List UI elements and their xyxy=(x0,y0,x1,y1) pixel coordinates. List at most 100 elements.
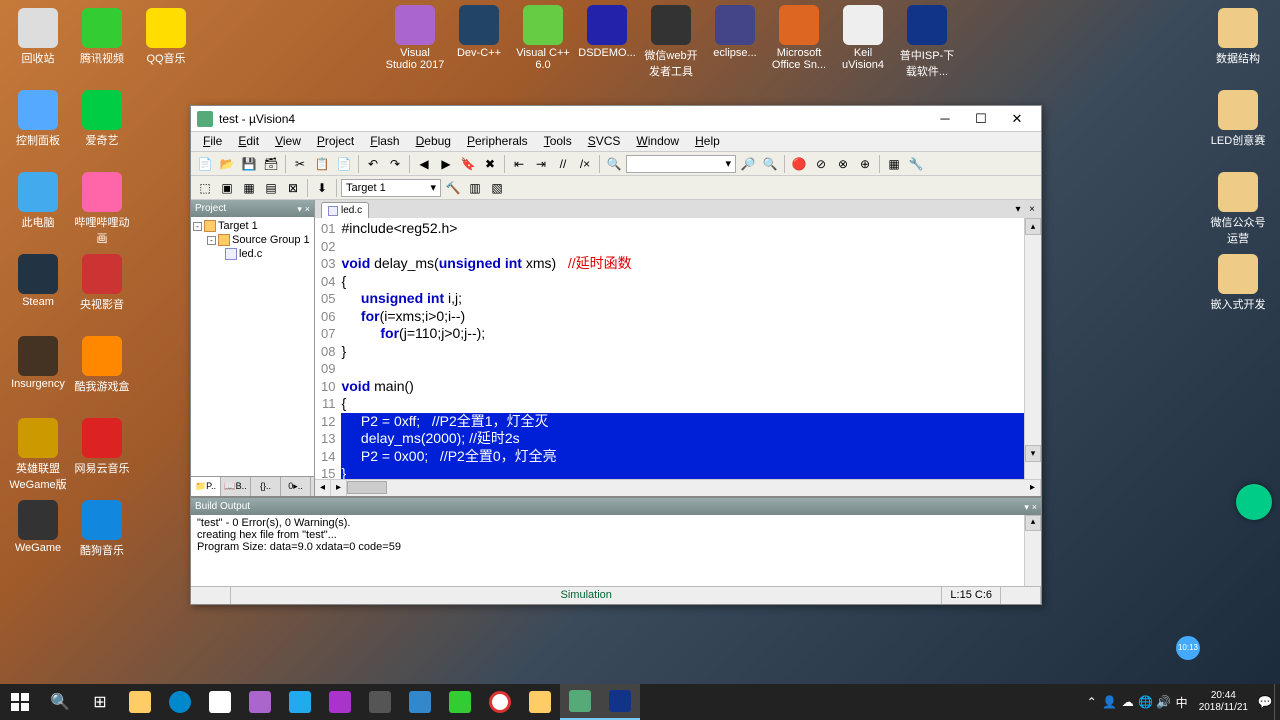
taskbar-app3-icon[interactable] xyxy=(400,684,440,720)
tray-chevron-icon[interactable]: ⌃ xyxy=(1083,686,1101,718)
desktop-icon[interactable]: 央视影音 xyxy=(72,254,132,312)
taskbar-explorer-icon[interactable] xyxy=(120,684,160,720)
download-icon[interactable]: ⬇ xyxy=(312,178,332,198)
tray-ime-icon[interactable]: 中 xyxy=(1173,686,1191,718)
taskbar-chrome-icon[interactable] xyxy=(480,684,520,720)
desktop-icon[interactable]: 酷狗音乐 xyxy=(72,500,132,558)
uncomment-icon[interactable]: /× xyxy=(575,154,595,174)
bookmark-clear-icon[interactable]: ✖ xyxy=(480,154,500,174)
desktop-icon[interactable]: 哔哩哔哩动画 xyxy=(72,172,132,246)
panel-close-icon[interactable]: × xyxy=(305,204,310,214)
tab-next-icon[interactable]: ▸ xyxy=(331,480,347,496)
panel-pin-icon[interactable]: ▾ xyxy=(297,204,302,214)
stop-build-icon[interactable]: ⊠ xyxy=(283,178,303,198)
save-all-icon[interactable]: 🗃 xyxy=(261,154,281,174)
desktop-icon[interactable]: Insurgency xyxy=(8,336,68,390)
menu-tools[interactable]: Tools xyxy=(536,132,580,151)
taskbar-app2-icon[interactable] xyxy=(360,684,400,720)
scroll-right-icon[interactable]: ▸ xyxy=(1025,480,1041,496)
build-vscrollbar[interactable]: ▴ xyxy=(1024,515,1041,586)
tray-notifications-icon[interactable]: 💬 xyxy=(1256,686,1274,718)
file-ext-icon[interactable]: ▥ xyxy=(465,178,485,198)
desktop-icon[interactable]: Microsoft Office Sn... xyxy=(769,5,829,71)
desktop-icon[interactable]: LED创意赛 xyxy=(1208,90,1268,148)
tray-onedrive-icon[interactable]: ☁ xyxy=(1119,686,1137,718)
project-tree[interactable]: -Target 1 -Source Group 1 led.c xyxy=(191,217,314,476)
desktop-icon[interactable]: 微信公众号运营 xyxy=(1208,172,1268,246)
desktop-icon[interactable]: 酷我游戏盒 xyxy=(72,336,132,394)
taskbar-edge-icon[interactable] xyxy=(160,684,200,720)
editor-hscrollbar[interactable]: ◂ ▸ ▸ xyxy=(315,479,1041,496)
float-clock-icon[interactable]: 10:13 xyxy=(1176,636,1200,660)
tray-volume-icon[interactable]: 🔊 xyxy=(1155,686,1173,718)
target-combo[interactable]: Target 1▾ xyxy=(341,179,441,197)
batch-build-icon[interactable]: ▤ xyxy=(261,178,281,198)
menu-file[interactable]: File xyxy=(195,132,230,151)
project-tab-books[interactable]: 📖B.. xyxy=(221,477,251,496)
tab-prev-icon[interactable]: ◂ xyxy=(315,480,331,496)
code-line[interactable]: delay_ms(2000); //延时2s xyxy=(341,430,1024,448)
desktop-icon[interactable]: 数据结构 xyxy=(1208,8,1268,66)
menu-view[interactable]: View xyxy=(267,132,309,151)
taskbar-search-icon[interactable]: 🔍 xyxy=(40,684,80,720)
breakpoint-icon[interactable]: ⊘ xyxy=(811,154,831,174)
taskbar-store-icon[interactable] xyxy=(200,684,240,720)
code-line[interactable]: void delay_ms(unsigned int xms) //延时函数 xyxy=(341,255,1024,273)
config-icon[interactable]: 🔧 xyxy=(906,154,926,174)
menu-edit[interactable]: Edit xyxy=(230,132,267,151)
bookmark-next-icon[interactable]: ▶ xyxy=(436,154,456,174)
code-line[interactable] xyxy=(341,238,1024,256)
scroll-down-icon[interactable]: ▾ xyxy=(1025,445,1041,462)
project-tab-templates[interactable]: 0▸.. xyxy=(281,477,311,496)
tree-group[interactable]: Source Group 1 xyxy=(232,234,310,246)
menu-debug[interactable]: Debug xyxy=(408,132,459,151)
taskbar-taskview-icon[interactable]: ⊞ xyxy=(80,684,120,720)
desktop-icon[interactable]: 嵌入式开发 xyxy=(1208,254,1268,312)
code-line[interactable]: unsigned int i,j; xyxy=(341,290,1024,308)
indent-left-icon[interactable]: ⇤ xyxy=(509,154,529,174)
code-line[interactable]: P2 = 0xff; //P2全置1，灯全灭 xyxy=(341,413,1024,431)
taskbar-folder-icon[interactable] xyxy=(520,684,560,720)
desktop-icon[interactable]: 普中ISP-下载软件... xyxy=(897,5,957,79)
desktop-icon[interactable]: WeGame xyxy=(8,500,68,554)
code-line[interactable]: { xyxy=(341,273,1024,291)
code-line[interactable]: for(i=xms;i>0;i--) xyxy=(341,308,1024,326)
desktop-icon[interactable]: 腾讯视频 xyxy=(72,8,132,66)
code-line[interactable]: for(j=110;j>0;j--); xyxy=(341,325,1024,343)
copy-icon[interactable]: 📋 xyxy=(312,154,332,174)
manage-icon[interactable]: ▧ xyxy=(487,178,507,198)
desktop-icon[interactable]: eclipse... xyxy=(705,5,765,59)
breakpoint3-icon[interactable]: ⊕ xyxy=(855,154,875,174)
window-icon[interactable]: ▦ xyxy=(884,154,904,174)
code-editor[interactable]: 010203040506070809101112131415 #include<… xyxy=(315,218,1041,479)
code-line[interactable]: { xyxy=(341,395,1024,413)
target-options-icon[interactable]: 🔨 xyxy=(443,178,463,198)
tree-toggle[interactable]: - xyxy=(207,236,216,245)
code-line[interactable]: } xyxy=(341,465,1024,479)
code-line[interactable]: P2 = 0x00; //P2全置0，灯全亮 xyxy=(341,448,1024,466)
tray-network-icon[interactable]: 🌐 xyxy=(1137,686,1155,718)
desktop-icon[interactable]: Visual C++ 6.0 xyxy=(513,5,573,71)
desktop-icon[interactable]: QQ音乐 xyxy=(136,8,196,66)
code-line[interactable]: } xyxy=(341,343,1024,361)
cut-icon[interactable]: ✂ xyxy=(290,154,310,174)
titlebar[interactable]: test - µVision4 ─ ☐ ✕ xyxy=(191,106,1041,132)
project-tab-project[interactable]: 📁P.. xyxy=(191,477,221,496)
desktop-icon[interactable]: Visual Studio 2017 xyxy=(385,5,445,71)
paste-icon[interactable]: 📄 xyxy=(334,154,354,174)
desktop-icon[interactable]: 回收站 xyxy=(8,8,68,66)
menu-flash[interactable]: Flash xyxy=(362,132,407,151)
open-file-icon[interactable]: 📂 xyxy=(217,154,237,174)
desktop-icon[interactable]: 网易云音乐 xyxy=(72,418,132,476)
save-icon[interactable]: 💾 xyxy=(239,154,259,174)
translate-icon[interactable]: ⬚ xyxy=(195,178,215,198)
bookmark-icon[interactable]: 🔖 xyxy=(458,154,478,174)
desktop-icon[interactable]: 此电脑 xyxy=(8,172,68,230)
menu-svcs[interactable]: SVCS xyxy=(580,132,629,151)
bookmark-prev-icon[interactable]: ◀ xyxy=(414,154,434,174)
desktop-icon[interactable]: Steam xyxy=(8,254,68,308)
code-line[interactable]: #include<reg52.h> xyxy=(341,220,1024,238)
editor-tab-ledc[interactable]: led.c xyxy=(321,202,369,218)
build-output-text[interactable]: "test" - 0 Error(s), 0 Warning(s).creati… xyxy=(191,515,1041,586)
build-output-header[interactable]: Build Output ▾ × xyxy=(191,498,1041,515)
